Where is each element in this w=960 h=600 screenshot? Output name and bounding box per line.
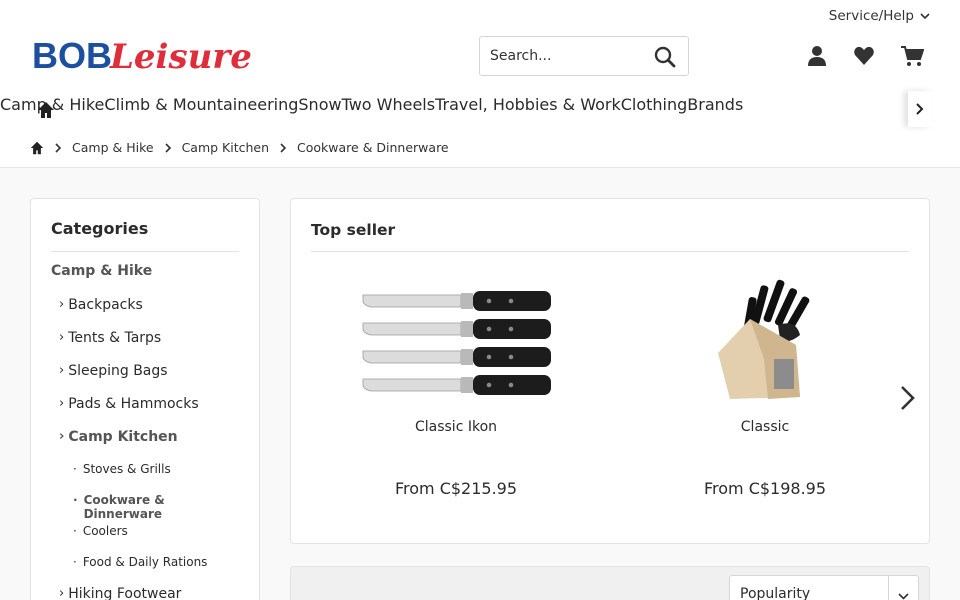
category-item[interactable]: › Tents & Tarps (51, 330, 239, 363)
sort-bar: Popularity (290, 566, 930, 600)
breadcrumb-item[interactable]: Camp Kitchen (182, 140, 269, 155)
slider-next-icon[interactable] (899, 385, 917, 411)
category-label: Backpacks (68, 297, 143, 313)
subcategory-item[interactable]: · Stoves & Grills (51, 462, 239, 493)
category-label: Hiking Footwear (68, 586, 182, 600)
chevron-right-icon (55, 142, 62, 153)
chevron-down-icon (920, 12, 930, 19)
category-item[interactable]: › Backpacks (51, 297, 239, 330)
top-seller-panel: Top seller Classic Ikon From C$215.95 Cl… (290, 198, 930, 544)
nav-item[interactable]: Clothing (621, 95, 688, 114)
product-name[interactable]: Classic Ikon (341, 419, 571, 435)
header-actions (806, 45, 925, 67)
divider (311, 251, 909, 252)
sidebar-root-category[interactable]: Camp & Hike (51, 264, 239, 297)
product-price: From C$215.95 (394, 479, 518, 498)
logo[interactable]: BOB Leisure (32, 34, 252, 77)
home-icon[interactable] (30, 141, 44, 155)
site-header: Service/Help BOB Leisure Camp & HikeClim… (0, 0, 960, 168)
nav-item[interactable]: Climb & Mountaineering (104, 95, 298, 114)
breadcrumb: Camp & Hike Camp Kitchen Cookware & Dinner… (30, 140, 449, 155)
logo-text-left: BOB (32, 35, 112, 76)
subcategory-item[interactable]: · Cookware & Dinnerware (51, 493, 239, 524)
category-sidebar: Categories Camp & Hike › Backpacks › Tents … (30, 198, 260, 600)
product-name[interactable]: Classic (650, 419, 880, 435)
chevron-right-icon: › (59, 429, 65, 444)
search-icon[interactable] (654, 46, 676, 68)
nav-item[interactable]: Snow (298, 95, 341, 114)
service-help-menu[interactable]: Service/Help (829, 8, 930, 24)
chevron-right-icon: › (59, 297, 65, 312)
category-label: Sleeping Bags (68, 363, 168, 379)
chevron-right-icon: › (59, 396, 65, 411)
product-card[interactable]: Classic From C$198.95 (650, 275, 880, 498)
chevron-right-icon (280, 142, 287, 153)
logo-text-right: Leisure (109, 37, 252, 76)
bullet-icon: · (73, 462, 77, 476)
service-help-label: Service/Help (828, 8, 914, 24)
category-label: Cookware & Dinnerware (83, 493, 165, 521)
search-input[interactable] (480, 48, 640, 64)
category-item[interactable]: › Camp Kitchen (51, 429, 239, 462)
search-box (479, 36, 689, 76)
chevron-right-icon: › (59, 586, 65, 600)
nav-item[interactable]: Brands (687, 95, 743, 114)
bullet-icon: · (73, 555, 77, 569)
sort-select[interactable]: Popularity (729, 575, 919, 600)
chevron-down-icon (898, 592, 909, 600)
category-label: Tents & Tarps (68, 330, 162, 346)
nav-item[interactable]: Travel, Hobbies & Work (435, 95, 621, 114)
chevron-right-icon: › (59, 363, 65, 378)
category-label: Pads & Hammocks (68, 396, 199, 412)
main-nav: Camp & HikeClimb & MountaineeringSnowTwo… (0, 95, 930, 127)
subcategory-item[interactable]: · Coolers (51, 524, 239, 555)
breadcrumb-item[interactable]: Camp & Hike (72, 140, 154, 155)
category-item[interactable]: › Pads & Hammocks (51, 396, 239, 429)
bullet-icon: · (73, 524, 77, 538)
home-icon[interactable] (37, 101, 55, 119)
product-price: From C$198.95 (703, 479, 827, 498)
sidebar-title: Categories (51, 219, 239, 252)
top-seller-title: Top seller (311, 221, 396, 239)
product-card[interactable]: Classic Ikon From C$215.95 (341, 275, 571, 498)
category-item[interactable]: › Hiking Footwear (51, 586, 239, 600)
wishlist-icon[interactable] (853, 45, 875, 67)
sort-selected-value: Popularity (740, 586, 811, 600)
account-icon[interactable] (806, 45, 828, 67)
category-label: Stoves & Grills (82, 462, 171, 476)
breadcrumb-item[interactable]: Cookware & Dinnerware (297, 140, 449, 155)
chevron-right-icon (164, 142, 171, 153)
chevron-right-icon: › (59, 330, 65, 345)
category-label: Food & Daily Rations (82, 555, 208, 569)
subcategory-item[interactable]: · Food & Daily Rations (51, 555, 239, 586)
bullet-icon: · (73, 493, 78, 507)
nav-item[interactable]: Two Wheels (342, 95, 436, 114)
cart-icon[interactable] (900, 45, 925, 67)
product-image-knife-block-set[interactable] (650, 275, 880, 405)
category-label: Camp Kitchen (68, 429, 178, 445)
product-image-steak-knife-set[interactable] (341, 275, 571, 405)
category-item[interactable]: › Sleeping Bags (51, 363, 239, 396)
category-label: Coolers (82, 524, 128, 538)
sort-dropdown-toggle[interactable] (888, 576, 918, 600)
